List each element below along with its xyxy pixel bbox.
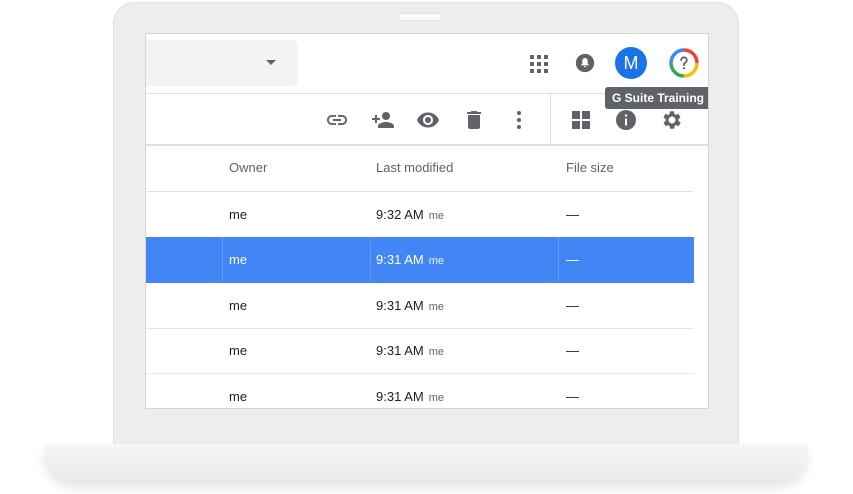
owner-column-header[interactable]: Owner: [229, 160, 267, 175]
table-row[interactable]: me 9:32 AM me —: [146, 192, 694, 238]
help-icon[interactable]: [668, 47, 700, 79]
last-modified-cell: 9:31 AM me: [376, 252, 444, 267]
info-icon[interactable]: [614, 108, 638, 132]
table-row-selected[interactable]: me 9:31 AM me —: [146, 237, 694, 283]
drive-screen: M G Suite Training Owner Last modified F…: [145, 33, 709, 409]
file-size-cell: —: [566, 298, 579, 313]
preview-icon[interactable]: [416, 108, 440, 132]
last-modified-column-header[interactable]: Last modified: [376, 160, 453, 175]
laptop-camera: [398, 13, 442, 21]
owner-cell: me: [229, 252, 248, 267]
last-modified-cell: 9:31 AM me: [376, 343, 444, 358]
share-icon[interactable]: [371, 108, 395, 132]
notifications-icon[interactable]: [575, 53, 595, 73]
table-row[interactable]: me 9:31 AM me —: [146, 374, 694, 408]
search-box[interactable]: [146, 40, 298, 86]
grid-view-icon[interactable]: [569, 108, 593, 132]
table-row[interactable]: me 9:31 AM me —: [146, 328, 694, 374]
last-modified-cell: 9:31 AM me: [376, 298, 444, 313]
file-size-column-header[interactable]: File size: [566, 160, 614, 175]
link-icon[interactable]: [325, 108, 349, 132]
file-size-cell: —: [566, 389, 579, 404]
owner-cell: me: [229, 207, 248, 222]
owner-cell: me: [229, 298, 248, 313]
owner-cell: me: [229, 343, 248, 358]
avatar[interactable]: M: [615, 47, 647, 79]
table-row[interactable]: me 9:31 AM me —: [146, 283, 694, 329]
owner-cell: me: [229, 389, 248, 404]
delete-icon[interactable]: [462, 108, 486, 132]
table-header: Owner Last modified File size: [146, 146, 708, 192]
help-tooltip: G Suite Training: [605, 87, 708, 109]
settings-icon[interactable]: [660, 108, 684, 132]
file-size-cell: —: [566, 252, 579, 267]
file-size-cell: —: [566, 207, 579, 222]
laptop-base: [44, 444, 808, 482]
last-modified-cell: 9:31 AM me: [376, 389, 444, 404]
file-size-cell: —: [566, 343, 579, 358]
scrollbar[interactable]: [694, 191, 708, 408]
top-bar: M: [146, 34, 708, 93]
last-modified-cell: 9:32 AM me: [376, 207, 444, 222]
apps-icon[interactable]: [530, 55, 548, 73]
toolbar-divider: [550, 94, 551, 144]
chevron-down-icon[interactable]: [266, 60, 276, 65]
more-icon[interactable]: [507, 108, 531, 132]
